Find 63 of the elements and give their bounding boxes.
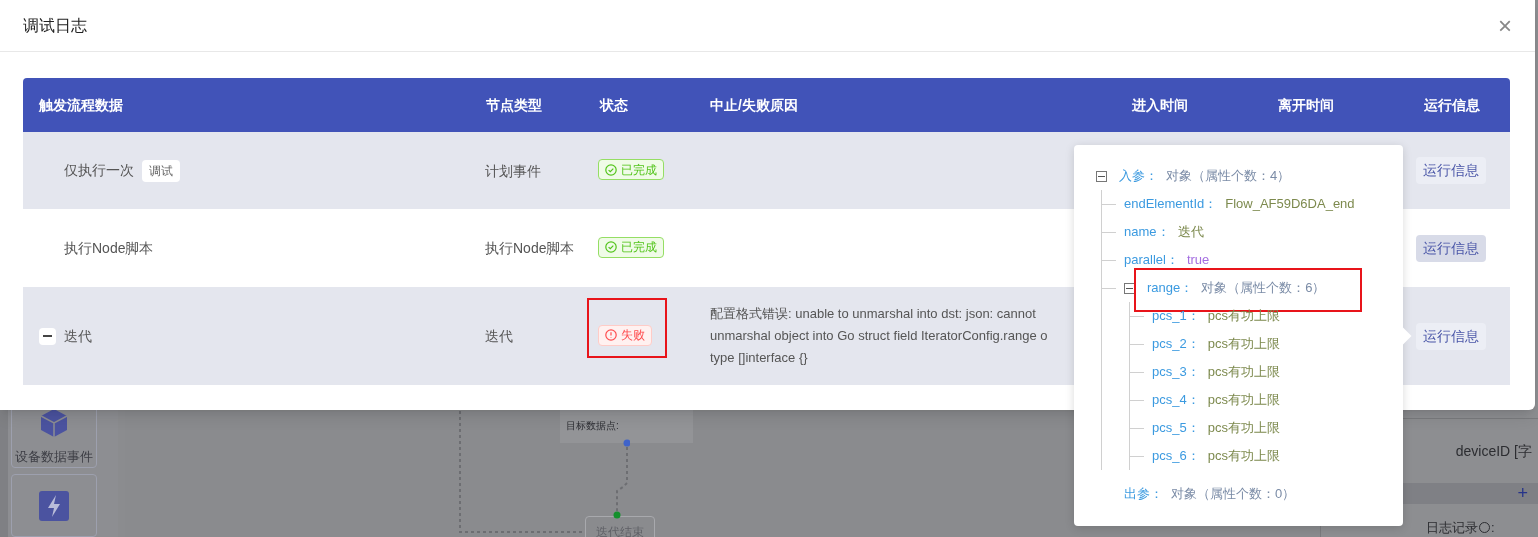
property-key: pcs_4： <box>1152 390 1200 410</box>
collapse-icon[interactable] <box>1096 170 1107 182</box>
dashed-connector <box>616 446 628 512</box>
row-title: 仅执行一次 <box>64 161 134 180</box>
property-key: 入参： <box>1119 166 1158 186</box>
status-badge: 已完成 <box>598 159 664 180</box>
node-label: 目标数据点: <box>566 420 619 431</box>
property-value: true <box>1186 251 1210 270</box>
property-key: pcs_6： <box>1152 446 1200 466</box>
field-label: deviceID [字 <box>1455 441 1532 461</box>
status-badge: 失败 <box>598 324 652 346</box>
property-value: 对象（属性个数：6） <box>1201 279 1326 298</box>
palette-card[interactable] <box>11 474 97 537</box>
check-circle-icon <box>605 163 617 176</box>
debug-tag: 调试 <box>142 159 180 182</box>
close-button[interactable]: × <box>1498 13 1512 38</box>
port-dot[interactable] <box>613 511 621 519</box>
property-key: pcs_5： <box>1152 418 1200 438</box>
add-button[interactable]: + <box>1517 484 1528 503</box>
column-header: 运行信息 <box>1424 95 1480 115</box>
property-key: parallel： <box>1124 250 1179 270</box>
lightning-icon <box>39 490 69 521</box>
property-value: pcs有功上限 <box>1207 335 1280 354</box>
property-value: pcs有功上限 <box>1207 363 1280 382</box>
row-title: 执行Node脚本 <box>64 238 154 258</box>
column-header: 进入时间 <box>1132 95 1188 115</box>
property-value: pcs有功上限 <box>1207 447 1280 466</box>
node-type: 执行Node脚本 <box>485 239 575 258</box>
property-value: 迭代 <box>1177 223 1204 242</box>
log-label-colon: : <box>1491 518 1495 537</box>
property-value: pcs有功上限 <box>1207 391 1280 410</box>
failure-reason: 配置格式错误: unable to unmarshal into dst: json: cannot unmarshal object into Go struct field IteratorConfig.range o type []interface {} <box>710 305 1048 367</box>
palette-label: 设备数据事件 <box>15 447 93 466</box>
property-key: name： <box>1124 222 1170 242</box>
property-key: range： <box>1147 278 1194 298</box>
collapse-icon[interactable] <box>1124 282 1135 294</box>
run-info-button[interactable]: 运行信息 <box>1416 322 1486 350</box>
dialog-title: 调试日志 <box>23 15 87 36</box>
property-key: 出参： <box>1124 484 1163 504</box>
property-value: 对象（属性个数：0） <box>1171 485 1296 504</box>
column-header: 中止/失败原因 <box>710 95 798 115</box>
node-type: 迭代 <box>485 327 513 346</box>
property-key: pcs_1： <box>1152 306 1200 326</box>
run-info-button[interactable]: 运行信息 <box>1416 157 1486 184</box>
column-header: 状态 <box>600 95 628 115</box>
log-label: 日志记录 <box>1426 518 1478 537</box>
row-title: 迭代 <box>64 326 92 346</box>
property-value: pcs有功上限 <box>1207 419 1280 438</box>
property-key: pcs_3： <box>1152 362 1200 382</box>
property-key: pcs_2： <box>1152 334 1200 354</box>
property-value: pcs有功上限 <box>1207 307 1280 326</box>
column-header: 节点类型 <box>486 95 542 115</box>
node-type: 计划事件 <box>485 161 541 181</box>
property-value: Flow_AF59D6DA_end <box>1225 195 1355 214</box>
column-header: 离开时间 <box>1278 95 1334 115</box>
property-key: endElementId： <box>1124 194 1218 214</box>
property-value: 对象（属性个数：4） <box>1166 167 1291 186</box>
run-info-button[interactable]: 运行信息 <box>1416 234 1486 262</box>
status-badge: 已完成 <box>598 236 664 258</box>
check-circle-icon <box>605 241 617 253</box>
alert-circle-icon <box>605 329 617 341</box>
collapse-icon[interactable] <box>39 327 56 345</box>
column-header: 触发流程数据 <box>39 95 123 115</box>
